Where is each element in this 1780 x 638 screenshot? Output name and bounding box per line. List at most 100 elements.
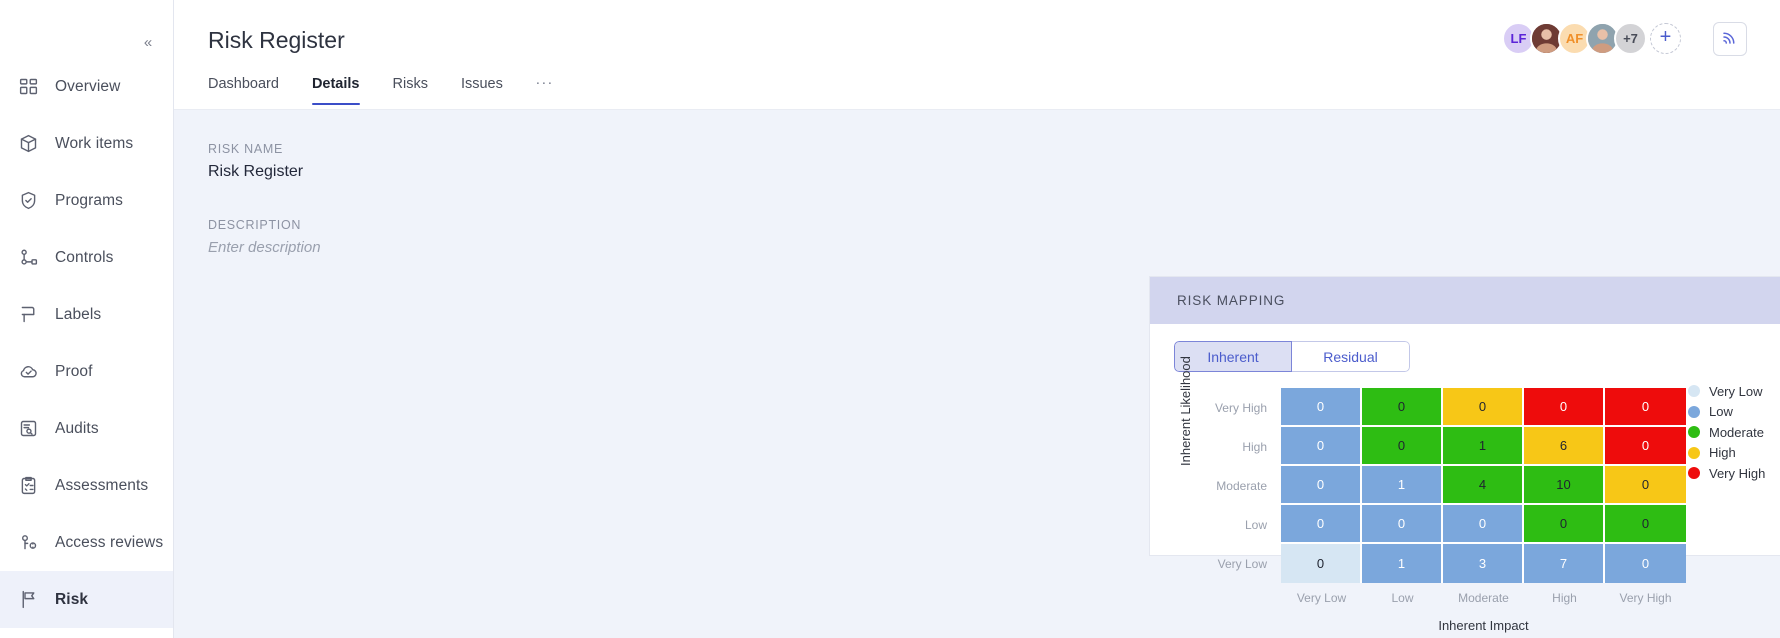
heatmap-x-tick: High <box>1552 591 1577 605</box>
risk-mapping-title: RISK MAPPING <box>1177 293 1286 308</box>
heatmap-cell[interactable]: 1 <box>1362 466 1443 505</box>
tab-risks[interactable]: Risks <box>393 76 445 105</box>
sidebar-item-label: Work items <box>55 134 134 152</box>
tab-bar: Dashboard Details Risks Issues... <box>208 72 587 105</box>
risk-mapping-body: Inherent Residual Inherent Likelihood Ver… <box>1150 324 1780 633</box>
cloud-check-icon <box>18 361 39 382</box>
risk-name-value[interactable]: Risk Register <box>208 163 708 181</box>
sidebar-item-labels[interactable]: Labels <box>0 286 173 343</box>
heatmap-grid-wrapper: Very High 0 0 0 0 0 High 0 0 1 6 0 Moderate 0 1 4 10 0 Low… <box>1198 388 1686 633</box>
app-root: « Overview Work items Programs Controls Labe… <box>0 0 1780 638</box>
legend-color-dot <box>1688 405 1700 418</box>
sidebar-collapse-icon[interactable]: « <box>138 33 158 53</box>
sidebar-item-audits[interactable]: Audits <box>0 400 173 457</box>
heatmap-cell[interactable]: 0 <box>1281 466 1362 505</box>
risk-name-label: RISK NAME <box>208 142 284 156</box>
description-input[interactable]: Enter description <box>208 239 708 256</box>
legend-label: Very High <box>1709 465 1766 481</box>
heatmap-cell[interactable]: 0 <box>1362 388 1443 427</box>
sidebar-item-assessments[interactable]: Assessments <box>0 457 173 514</box>
heatmap-row: Very High 0 0 0 0 0 <box>1198 388 1686 427</box>
description-field: DESCRIPTION Enter description <box>208 218 708 256</box>
add-member-button[interactable]: + <box>1650 23 1681 54</box>
heatmap-cell[interactable]: 0 <box>1443 388 1524 427</box>
heatmap-cell[interactable]: 0 <box>1281 544 1362 583</box>
risk-mapping-panel: RISK MAPPING Edit definition InherentRes… <box>1149 276 1780 633</box>
heatmap-cell[interactable]: 10 <box>1524 466 1605 505</box>
box-icon <box>18 133 39 154</box>
description-label: DESCRIPTION <box>208 218 302 232</box>
heatmap-cell[interactable]: 0 <box>1605 544 1686 583</box>
heatmap-x-tick: Low <box>1391 591 1414 605</box>
heatmap-y-axis-label: Inherent Likelihood <box>1178 356 1193 466</box>
heatmap-cell[interactable]: 0 <box>1281 427 1362 466</box>
heatmap-y-tick: High <box>1242 439 1267 454</box>
heatmap-row: Low 0 0 0 0 0 <box>1198 505 1686 544</box>
sidebar-item-work-items[interactable]: Work items <box>0 115 173 172</box>
heatmap-cell[interactable]: 0 <box>1605 505 1686 544</box>
heatmap-x-tick: Very Low <box>1296 591 1347 605</box>
legend-color-dot <box>1688 426 1700 439</box>
legend-label: Moderate <box>1709 424 1764 440</box>
shield-icon <box>18 190 39 211</box>
heatmap-grid: Very High 0 0 0 0 0 High 0 0 1 6 0 Moderate 0 1 4 10 0 Low… <box>1198 388 1686 583</box>
heatmap-cell[interactable]: 0 <box>1443 505 1524 544</box>
heatmap-cell[interactable]: 3 <box>1443 544 1524 583</box>
clipboard-check-icon <box>18 475 39 496</box>
legend-item[interactable]: Very Low <box>1688 381 1765 402</box>
heatmap-row: Moderate 0 1 4 10 0 <box>1198 466 1686 505</box>
main-area: Risk Register Dashboard Details Risks Issue… <box>174 0 1780 638</box>
heatmap-cell[interactable]: 0 <box>1281 505 1362 544</box>
tab-more[interactable]: ... <box>536 72 571 105</box>
sidebar-item-label: Controls <box>55 248 114 266</box>
sidebar-item-proof[interactable]: Proof <box>0 343 173 400</box>
heatmap-cell[interactable]: 4 <box>1443 466 1524 505</box>
legend-item[interactable]: Very High <box>1688 463 1765 484</box>
sidebar-item-programs[interactable]: Programs <box>0 172 173 229</box>
avatar-overflow-count[interactable]: +7 <box>1614 22 1647 55</box>
sidebar-item-label: Risk <box>55 590 89 608</box>
sidebar-item-risk[interactable]: Risk <box>0 571 173 628</box>
sidebar-item-controls[interactable]: Controls <box>0 229 173 286</box>
heatmap-cell[interactable]: 0 <box>1524 505 1605 544</box>
document-search-icon <box>18 418 39 439</box>
heatmap-y-tick: Very High <box>1214 400 1267 415</box>
heatmap-row: High 0 0 1 6 0 <box>1198 427 1686 466</box>
sidebar-item-label: Proof <box>55 362 93 380</box>
sidebar-item-label: Access reviews <box>55 533 164 551</box>
sidebar-item-overview[interactable]: Overview <box>0 58 173 115</box>
heatmap-row: Very Low 0 1 3 7 0 <box>1198 544 1686 583</box>
tab-issues[interactable]: Issues <box>461 76 520 105</box>
tag-bookmark-icon <box>18 304 39 325</box>
heatmap-cell[interactable]: 1 <box>1362 544 1443 583</box>
heatmap-cell[interactable]: 0 <box>1524 388 1605 427</box>
heatmap-cell[interactable]: 0 <box>1605 427 1686 466</box>
risk-mapping-header: RISK MAPPING Edit definition <box>1150 277 1780 324</box>
heatmap-y-tick: Moderate <box>1216 478 1267 493</box>
legend-item[interactable]: High <box>1688 443 1765 464</box>
heatmap-cell[interactable]: 0 <box>1605 388 1686 427</box>
heatmap-cell[interactable]: 0 <box>1281 388 1362 427</box>
heatmap-cell[interactable]: 7 <box>1524 544 1605 583</box>
rss-feed-icon <box>1721 28 1739 51</box>
heatmap-cell[interactable]: 6 <box>1524 427 1605 466</box>
sidebar-item-access-reviews[interactable]: Access reviews <box>0 514 173 571</box>
sidebar-item-label: Audits <box>55 419 99 437</box>
dashboard-grid-icon <box>18 76 39 97</box>
tab-dashboard[interactable]: Dashboard <box>208 76 296 105</box>
heatmap-cell[interactable]: 0 <box>1362 427 1443 466</box>
sidebar-item-label: Programs <box>55 191 123 209</box>
legend-item[interactable]: Moderate <box>1688 422 1765 443</box>
heatmap-cell[interactable]: 1 <box>1443 427 1524 466</box>
rss-feed-button[interactable] <box>1713 22 1747 56</box>
page-title: Risk Register <box>208 27 345 53</box>
heatmap-x-tick: Very High <box>1619 591 1672 605</box>
toggle-residual[interactable]: Residual <box>1292 341 1410 372</box>
tab-details[interactable]: Details <box>311 76 377 105</box>
details-form: RISK NAME Risk Register DESCRIPTION Ente… <box>208 142 708 256</box>
legend-item[interactable]: Low <box>1688 402 1765 423</box>
heatmap-cell[interactable]: 0 <box>1362 505 1443 544</box>
heatmap-cell[interactable]: 0 <box>1605 466 1686 505</box>
risk-name-field: RISK NAME Risk Register <box>208 142 708 181</box>
legend-color-dot <box>1688 385 1700 398</box>
